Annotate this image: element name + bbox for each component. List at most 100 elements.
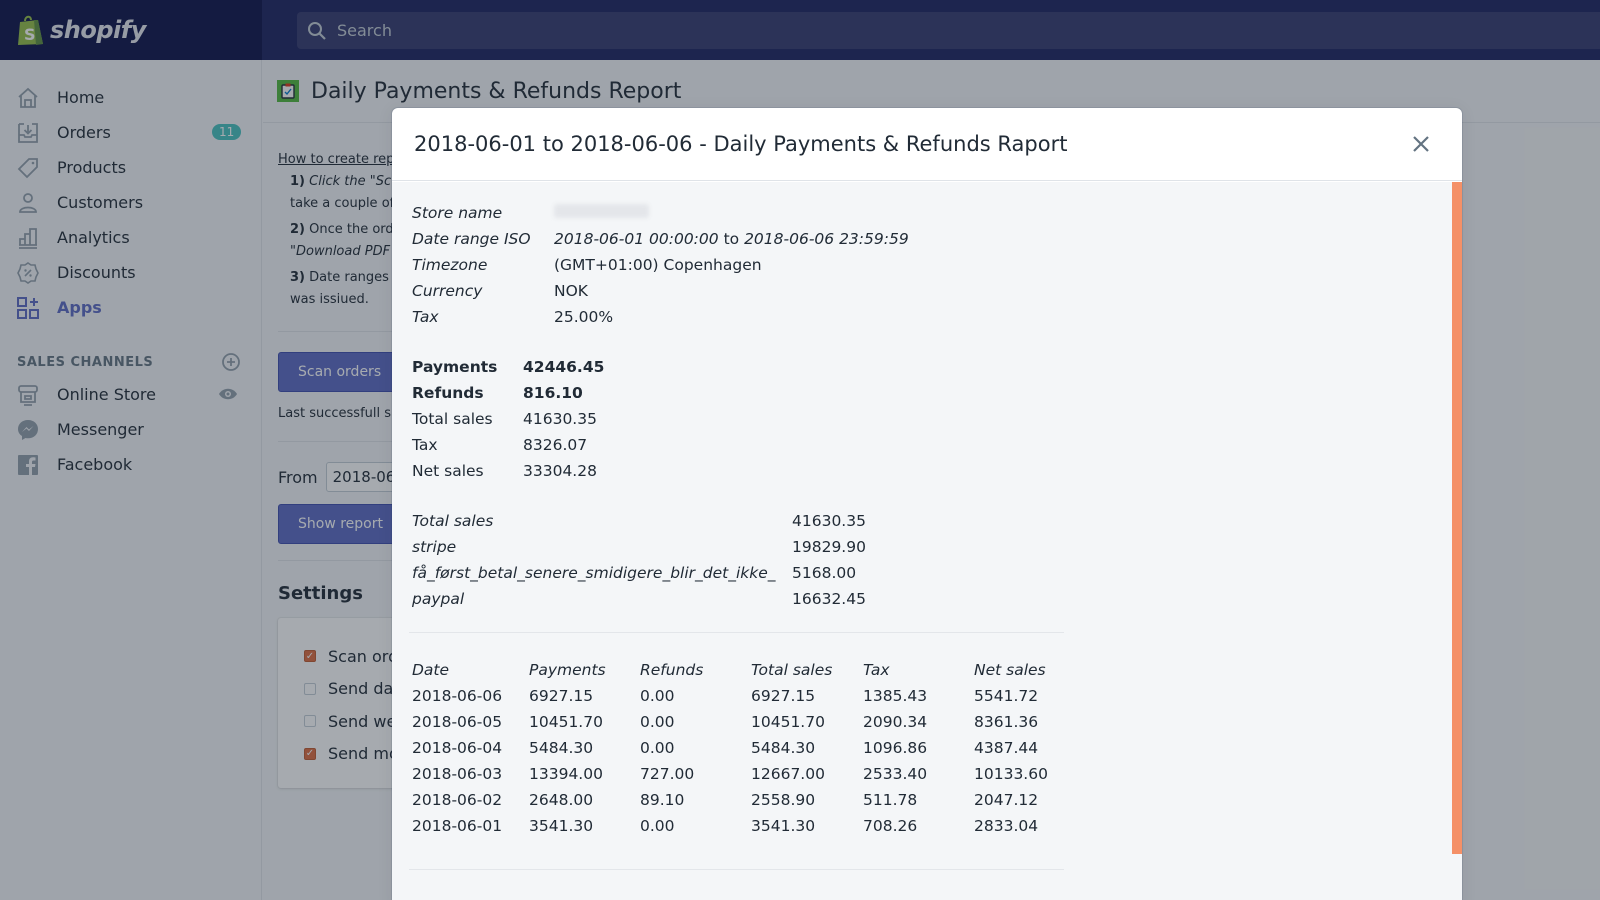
cell-net-sales: 5541.72	[974, 687, 1039, 705]
summary-label: Total sales	[412, 410, 493, 428]
cell-tax: 2533.40	[863, 765, 928, 783]
gateway-row: stripe 19829.90	[412, 534, 866, 560]
section-divider	[409, 869, 1064, 870]
cell-net-sales: 2833.04	[974, 817, 1039, 835]
cell-refunds: 89.10	[640, 791, 685, 809]
cell-tax: 708.26	[863, 817, 918, 835]
modal-header: 2018-06-01 to 2018-06-06 - Daily Payment…	[392, 108, 1462, 181]
cell-payments: 6927.15	[529, 687, 594, 705]
col-header-tax: Tax	[863, 661, 890, 679]
gateway-value: 16632.45	[792, 590, 866, 608]
gateway-row: få_først_betal_senere_smidigere_blir_det…	[412, 560, 866, 586]
cell-total-sales: 6927.15	[751, 687, 816, 705]
timezone-value: (GMT+01:00) Copenhagen	[554, 256, 762, 274]
summary-row: Tax 8326.07	[412, 432, 604, 458]
cell-total-sales: 5484.30	[751, 739, 816, 757]
gateway-row: Total sales 41630.35	[412, 508, 866, 534]
col-header-payments: Payments	[529, 661, 606, 679]
summary-value: 816.10	[523, 384, 583, 402]
cell-refunds: 0.00	[640, 713, 675, 731]
report-meta-table: Store name Date range ISO 2018-06-01 00:0…	[412, 200, 909, 330]
gateway-value: 41630.35	[792, 512, 866, 530]
meta-label: Timezone	[412, 256, 488, 274]
blurred-store-name	[554, 204, 649, 218]
cell-refunds: 0.00	[640, 687, 675, 705]
gateway-value: 5168.00	[792, 564, 857, 582]
meta-row: Date range ISO 2018-06-01 00:00:00 to 201…	[412, 226, 909, 252]
cell-total-sales: 2558.90	[751, 791, 816, 809]
currency-value: NOK	[554, 282, 588, 300]
gateway-label: stripe	[412, 538, 457, 556]
summary-label: Net sales	[412, 462, 484, 480]
gateway-label: paypal	[412, 590, 465, 608]
gateway-label: få_først_betal_senere_smidigere_blir_det…	[412, 564, 776, 582]
summary-label: Payments	[412, 358, 498, 376]
cell-payments: 13394.00	[529, 765, 603, 783]
cell-date: 2018-06-02	[412, 791, 503, 809]
cell-net-sales: 10133.60	[974, 765, 1048, 783]
daily-row: 2018-06-04 5484.30 0.00 5484.30 1096.86 4387.…	[412, 735, 1064, 761]
modal-title: 2018-06-01 to 2018-06-06 - Daily Payment…	[414, 132, 1068, 156]
summary-row: Net sales 33304.28	[412, 458, 604, 484]
cell-date: 2018-06-05	[412, 713, 503, 731]
modal-body: Store name Date range ISO 2018-06-01 00:0…	[392, 182, 1462, 900]
cell-date: 2018-06-03	[412, 765, 503, 783]
cell-payments: 10451.70	[529, 713, 603, 731]
gateway-value: 19829.90	[792, 538, 866, 556]
summary-label: Tax	[412, 436, 438, 454]
cell-total-sales: 10451.70	[751, 713, 825, 731]
daily-row: 2018-06-01 3541.30 0.00 3541.30 708.26 2833.0…	[412, 813, 1064, 839]
meta-label: Tax	[412, 308, 439, 326]
cell-tax: 511.78	[863, 791, 918, 809]
cell-date: 2018-06-01	[412, 817, 503, 835]
daily-row: 2018-06-03 13394.00 727.00 12667.00 2533.40 1…	[412, 761, 1064, 787]
cell-refunds: 0.00	[640, 817, 675, 835]
cell-payments: 2648.00	[529, 791, 594, 809]
summary-row: Total sales 41630.35	[412, 406, 604, 432]
summary-value: 8326.07	[523, 436, 588, 454]
daily-row: 2018-06-02 2648.00 89.10 2558.90 511.78 2047.…	[412, 787, 1064, 813]
cell-total-sales: 12667.00	[751, 765, 825, 783]
date-to-word: to	[723, 230, 740, 248]
cell-refunds: 0.00	[640, 739, 675, 757]
gateway-row: paypal 16632.45	[412, 586, 866, 612]
cell-total-sales: 3541.30	[751, 817, 816, 835]
daily-table-body: 2018-06-06 6927.15 0.00 6927.15 1385.43 5541.…	[412, 683, 1064, 839]
store-name-value	[554, 200, 909, 226]
tax-value: 25.00%	[554, 308, 614, 326]
close-icon[interactable]	[1410, 133, 1432, 155]
cell-payments: 3541.30	[529, 817, 594, 835]
col-header-date: Date	[412, 661, 450, 679]
meta-row: Timezone (GMT+01:00) Copenhagen	[412, 252, 909, 278]
cell-refunds: 727.00	[640, 765, 695, 783]
summary-row: Payments 42446.45	[412, 354, 604, 380]
meta-row: Currency NOK	[412, 278, 909, 304]
summary-value: 42446.45	[523, 358, 605, 376]
cell-date: 2018-06-04	[412, 739, 503, 757]
daily-row: 2018-06-05 10451.70 0.00 10451.70 2090.34 836…	[412, 709, 1064, 735]
gateway-label: Total sales	[412, 512, 494, 530]
meta-row: Store name	[412, 200, 909, 226]
summary-value: 41630.35	[523, 410, 597, 428]
summary-value: 33304.28	[523, 462, 597, 480]
meta-row: Tax 25.00%	[412, 304, 909, 330]
meta-label: Currency	[412, 282, 483, 300]
section-divider	[409, 632, 1064, 633]
summary-label: Refunds	[412, 384, 484, 402]
cell-net-sales: 8361.36	[974, 713, 1039, 731]
col-header-net-sales: Net sales	[974, 661, 1046, 679]
date-range-value: 2018-06-01 00:00:00 to 2018-06-06 23:59:…	[554, 226, 909, 252]
summary-table: Payments 42446.45 Refunds 816.10 Total sal…	[412, 354, 604, 484]
col-header-refunds: Refunds	[640, 661, 704, 679]
cell-payments: 5484.30	[529, 739, 594, 757]
gateway-table: Total sales 41630.35 stripe 19829.90 få_fø…	[412, 508, 866, 612]
cell-tax: 1096.86	[863, 739, 928, 757]
report-modal: 2018-06-01 to 2018-06-06 - Daily Payment…	[392, 108, 1462, 900]
modal-scrollbar-thumb[interactable]	[1452, 182, 1462, 854]
daily-row: 2018-06-06 6927.15 0.00 6927.15 1385.43 5541.…	[412, 683, 1064, 709]
daily-table: Date Payments Refunds Total sales Tax Ne…	[412, 657, 1064, 839]
cell-net-sales: 2047.12	[974, 791, 1039, 809]
meta-label: Store name	[412, 204, 503, 222]
summary-row: Refunds 816.10	[412, 380, 604, 406]
date-from: 2018-06-01 00:00:00	[554, 230, 719, 248]
